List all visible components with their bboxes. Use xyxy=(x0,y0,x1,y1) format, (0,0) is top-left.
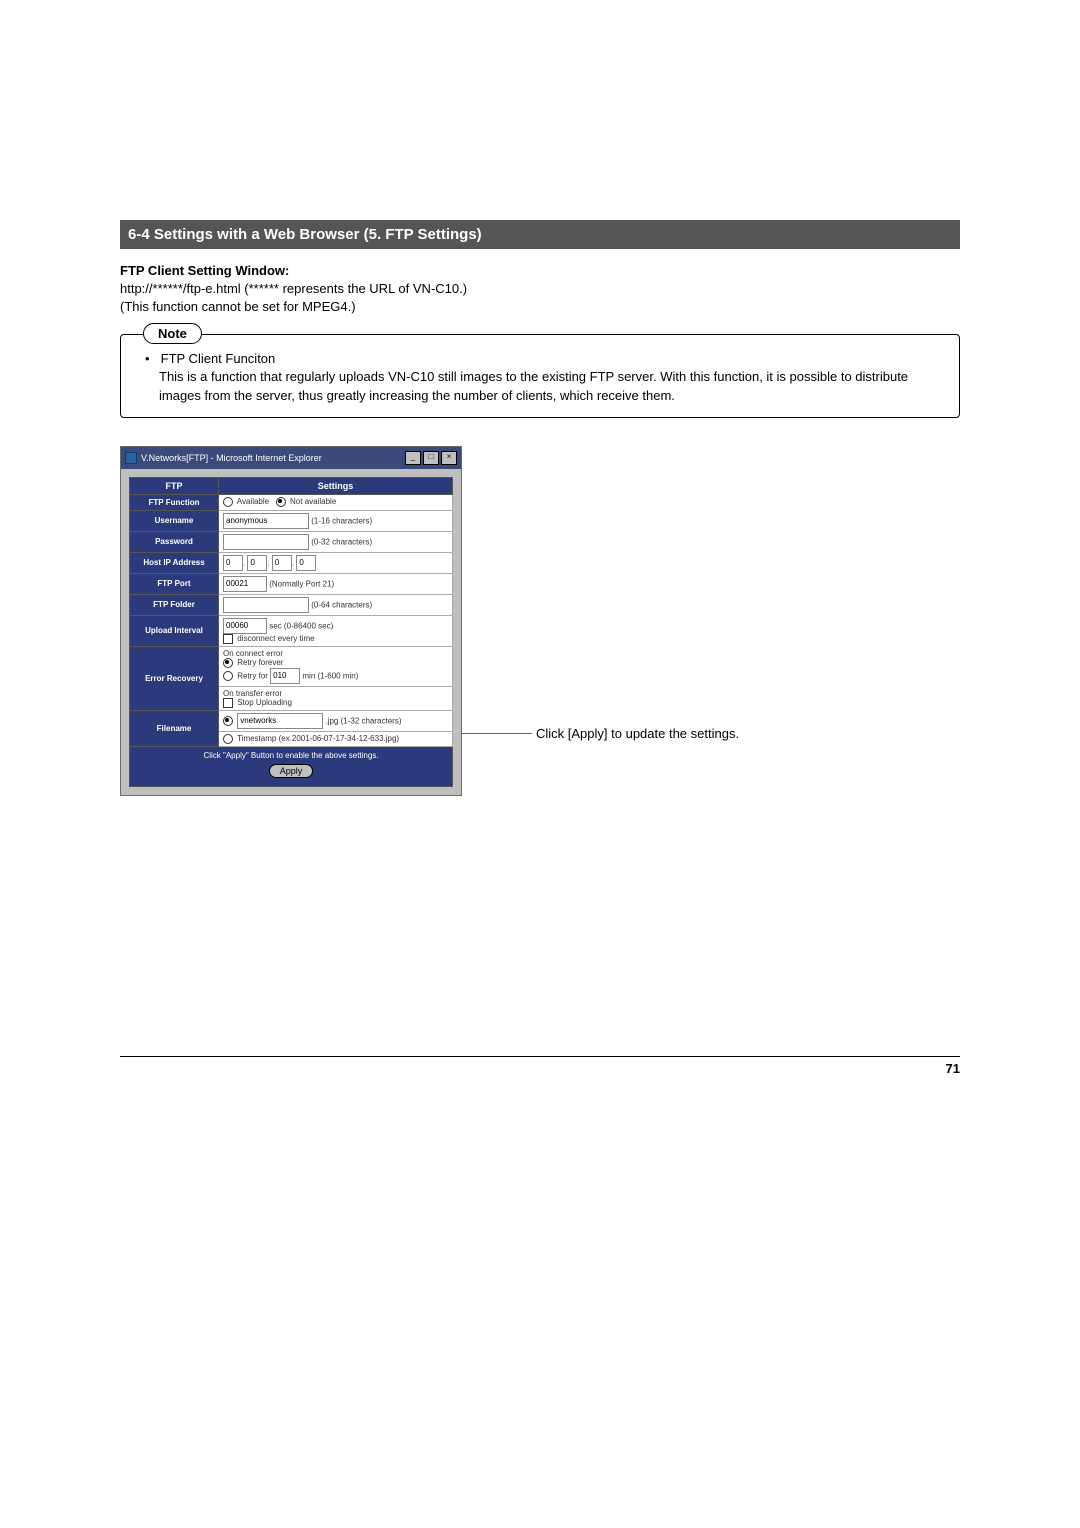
ie-titlebar: V.Networks[FTP] - Microsoft Internet Exp… xyxy=(121,447,461,469)
row-port: FTP Port (Normally Port 21) xyxy=(130,573,453,594)
label-filename: Filename xyxy=(130,710,219,746)
input-host-2[interactable] xyxy=(247,555,267,571)
figure-row: V.Networks[FTP] - Microsoft Internet Exp… xyxy=(120,446,960,796)
label-username: Username xyxy=(130,510,219,531)
page: 6-4 Settings with a Web Browser (5. FTP … xyxy=(0,0,1080,1136)
label-error: Error Recovery xyxy=(130,646,219,710)
error-sec1: On connect error xyxy=(223,649,448,658)
label-ftp-function: FTP Function xyxy=(130,494,219,510)
input-filename[interactable] xyxy=(237,713,323,729)
hint-interval: sec (0-86400 sec) xyxy=(269,621,333,630)
ie-window: V.Networks[FTP] - Microsoft Internet Exp… xyxy=(120,446,462,796)
radio-retry-for[interactable] xyxy=(223,671,233,681)
note-box: Note • FTP Client Funciton This is a fun… xyxy=(120,334,960,417)
chk-stop-upload-label: Stop Uploading xyxy=(237,698,292,707)
input-host-4[interactable] xyxy=(296,555,316,571)
row-interval: Upload Interval sec (0-86400 sec) discon… xyxy=(130,615,453,646)
note-label: Note xyxy=(143,323,202,344)
hint-filename: .jpg (1-32 characters) xyxy=(325,716,401,725)
row-ftp-function: FTP Function Available Not available xyxy=(130,494,453,510)
page-number: 71 xyxy=(120,1056,960,1076)
ie-title-text: V.Networks[FTP] - Microsoft Internet Exp… xyxy=(141,453,322,463)
hint-password: (0-32 characters) xyxy=(311,537,372,546)
th-settings: Settings xyxy=(219,477,453,494)
opt-retry-for-pre: Retry for xyxy=(237,671,268,680)
input-interval[interactable] xyxy=(223,618,267,634)
body-line-2: (This function cannot be set for MPEG4.) xyxy=(120,298,960,316)
note-item: • FTP Client Funciton xyxy=(145,351,943,366)
row-folder: FTP Folder (0-64 characters) xyxy=(130,594,453,615)
opt-available: Available xyxy=(237,497,269,506)
hint-folder: (0-64 characters) xyxy=(311,600,372,609)
callout-text: Click [Apply] to update the settings. xyxy=(536,726,739,741)
label-folder: FTP Folder xyxy=(130,594,219,615)
radio-retry-forever[interactable] xyxy=(223,658,233,668)
th-ftp: FTP xyxy=(130,477,219,494)
radio-available[interactable] xyxy=(223,497,233,507)
ftp-client-heading: FTP Client Setting Window: xyxy=(120,263,960,278)
bullet-icon: • xyxy=(145,351,157,366)
callout-line-icon xyxy=(462,733,532,734)
opt-retry-for-post: min (1-600 min) xyxy=(302,671,358,680)
chk-stop-upload[interactable] xyxy=(223,698,233,708)
chk-disconnect-label: disconnect every time xyxy=(237,634,314,643)
opt-retry-forever: Retry forever xyxy=(237,658,283,667)
label-port: FTP Port xyxy=(130,573,219,594)
row-host: Host IP Address . . . xyxy=(130,552,453,573)
maximize-icon[interactable]: □ xyxy=(423,451,439,465)
input-retry-min[interactable] xyxy=(270,668,300,684)
apply-row: Click "Apply" Button to enable the above… xyxy=(129,747,453,787)
apply-hint: Click "Apply" Button to enable the above… xyxy=(132,751,450,760)
apply-button[interactable]: Apply xyxy=(269,764,314,778)
label-host: Host IP Address xyxy=(130,552,219,573)
input-folder[interactable] xyxy=(223,597,309,613)
input-password[interactable] xyxy=(223,534,309,550)
row-error: Error Recovery On connect error Retry fo… xyxy=(130,646,453,710)
opt-not-available: Not available xyxy=(290,497,336,506)
input-host-3[interactable] xyxy=(272,555,292,571)
ie-content: FTP Settings FTP Function Available Not … xyxy=(121,469,461,795)
note-desc: This is a function that regularly upload… xyxy=(145,368,943,404)
hint-username: (1-16 characters) xyxy=(311,516,372,525)
note-title: FTP Client Funciton xyxy=(161,351,276,366)
label-password: Password xyxy=(130,531,219,552)
radio-filename-timestamp[interactable] xyxy=(223,734,233,744)
close-icon[interactable]: × xyxy=(441,451,457,465)
radio-not-available[interactable] xyxy=(276,497,286,507)
label-interval: Upload Interval xyxy=(130,615,219,646)
input-host-1[interactable] xyxy=(223,555,243,571)
ftp-settings-table: FTP Settings FTP Function Available Not … xyxy=(129,477,453,747)
input-port[interactable] xyxy=(223,576,267,592)
opt-filename-timestamp: Timestamp (ex.2001-06-07-17-34-12-633.jp… xyxy=(237,734,399,743)
row-password: Password (0-32 characters) xyxy=(130,531,453,552)
ie-app-icon xyxy=(125,452,137,464)
row-filename: Filename .jpg (1-32 characters) Timestam… xyxy=(130,710,453,746)
section-header: 6-4 Settings with a Web Browser (5. FTP … xyxy=(120,220,960,249)
hint-port: (Normally Port 21) xyxy=(269,579,334,588)
error-sec2: On transfer error xyxy=(223,689,448,698)
minimize-icon[interactable]: _ xyxy=(405,451,421,465)
input-username[interactable] xyxy=(223,513,309,529)
callout: Click [Apply] to update the settings. xyxy=(462,446,960,741)
chk-disconnect[interactable] xyxy=(223,634,233,644)
body-line-1: http://******/ftp-e.html (****** represe… xyxy=(120,280,960,298)
radio-filename-custom[interactable] xyxy=(223,716,233,726)
row-username: Username (1-16 characters) xyxy=(130,510,453,531)
